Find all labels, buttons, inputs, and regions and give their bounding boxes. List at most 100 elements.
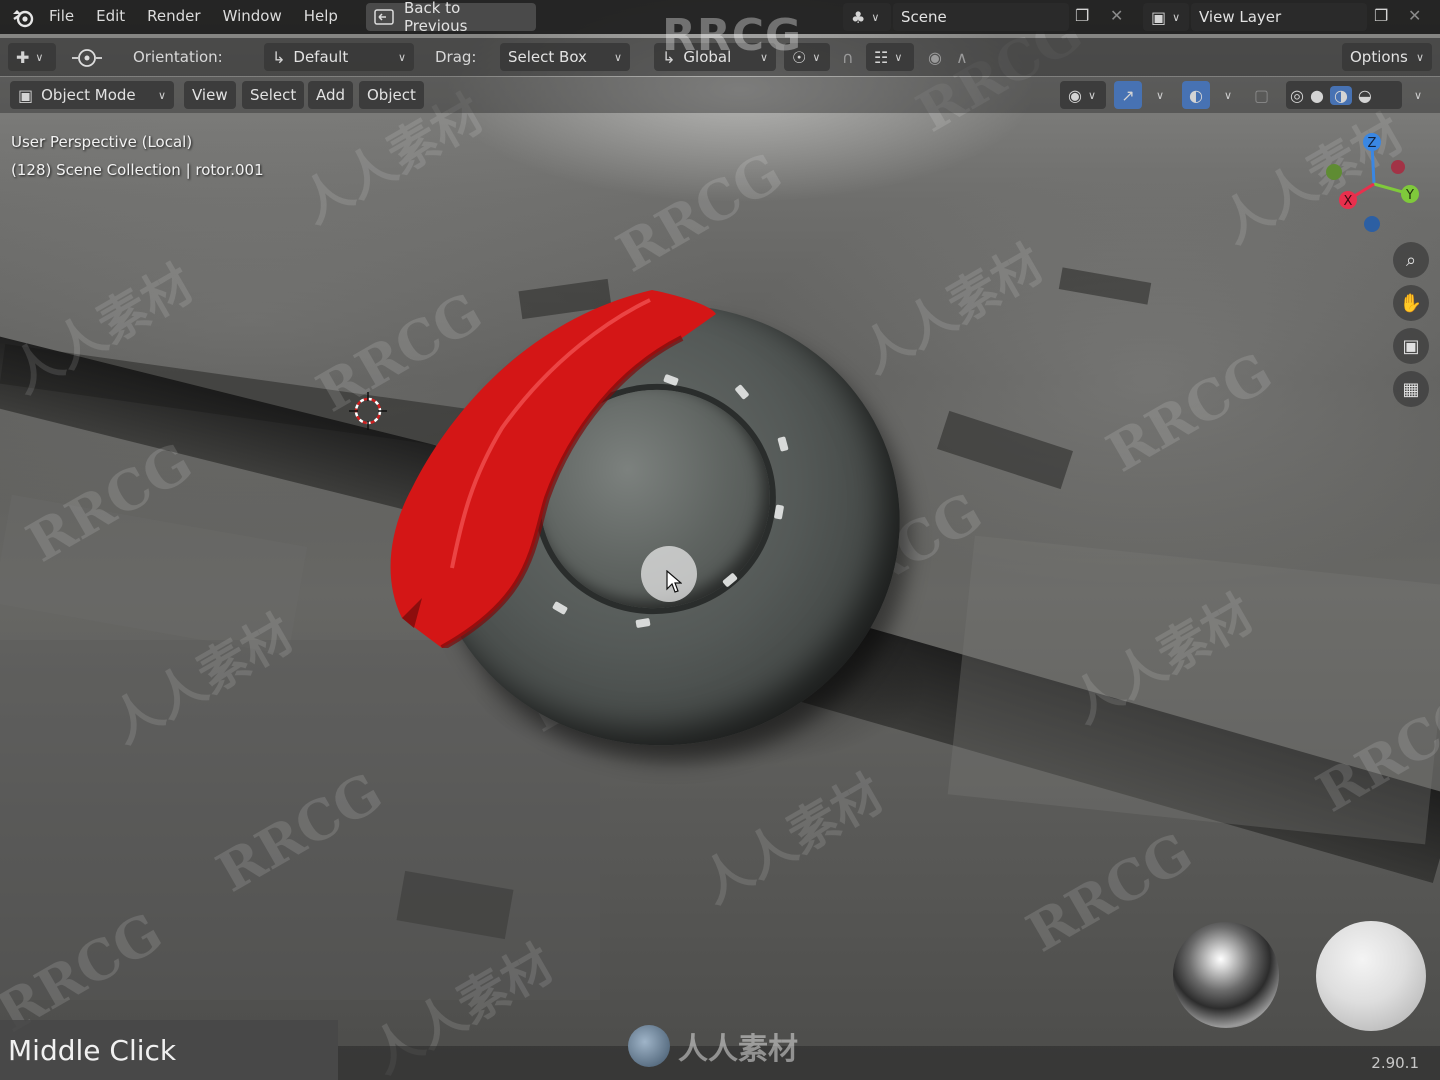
menu-help[interactable]: Help [293, 7, 349, 25]
floor-slab [947, 535, 1440, 845]
chevron-down-icon: ∨ [35, 50, 44, 64]
proportional-editing-icon[interactable]: ◉ [928, 48, 942, 67]
object-menu[interactable]: Object [359, 81, 424, 109]
gizmo-toggle[interactable]: ↗ [1114, 81, 1142, 109]
scene-name-field[interactable]: Scene [893, 3, 1069, 31]
chevron-down-icon: ∨ [397, 50, 406, 64]
select-menu-label: Select [250, 86, 297, 104]
debris [1058, 267, 1152, 305]
new-view-layer-icon[interactable]: ❐ [1374, 6, 1388, 25]
view-layer-browse-button[interactable]: ▣ ∨ [1143, 3, 1189, 31]
object-menu-label: Object [367, 86, 416, 104]
chevron-down-icon: ∨ [613, 50, 622, 64]
drag-value: Select Box [508, 48, 587, 66]
camera-icon[interactable]: ▣ [1393, 328, 1429, 364]
watermark: 人人素材 [690, 764, 894, 915]
falloff-icon[interactable]: ∧ [956, 48, 968, 67]
xray-icon[interactable]: ▢ [1254, 86, 1269, 105]
gizmo-icon: ↗ [1121, 85, 1135, 105]
watermark: RRCG [1015, 819, 1203, 965]
chevron-down-icon: ∨ [812, 50, 821, 64]
version-label: 2.90.1 [1371, 1054, 1419, 1072]
object-mode-value: Object Mode [41, 86, 136, 104]
eye-icon: ◉ [1068, 85, 1082, 105]
close-icon[interactable]: ✕ [1408, 6, 1421, 25]
back-to-previous-button[interactable]: Back to Previous [366, 0, 536, 35]
3d-cursor-icon[interactable] [349, 392, 387, 430]
back-to-previous-label: Back to Previous [404, 0, 468, 35]
view-layer-name: View Layer [1199, 8, 1282, 26]
overlays-icon: ◐ [1189, 85, 1203, 105]
chevron-down-icon: ∨ [871, 10, 880, 24]
keycast-overlay: Middle Click [0, 1020, 338, 1080]
shading-modes: ◎ ● ◑ ◒ [1286, 81, 1402, 109]
grid-view-icon[interactable]: ▦ [1393, 371, 1429, 407]
chevron-down-icon[interactable]: ∨ [1414, 89, 1422, 102]
viewport-info: User Perspective (Local) (128) Scene Col… [11, 128, 264, 184]
orientation-axes-icon: ↳ [272, 47, 286, 67]
select-tool-icon: ✚ [16, 47, 30, 67]
gizmo-z-label: Z [1368, 136, 1377, 151]
navigation-gizmo[interactable]: Z Y X [1322, 128, 1426, 234]
menu-edit[interactable]: Edit [85, 7, 136, 25]
overlays-toggle[interactable]: ◐ [1182, 81, 1210, 109]
chevron-down-icon: ∨ [1415, 50, 1424, 64]
menu-file[interactable]: File [38, 7, 85, 25]
orientation-label: Orientation: [133, 48, 223, 66]
floor-slab [0, 494, 308, 656]
material-preview-shading-icon[interactable]: ◑ [1329, 85, 1352, 105]
view-layer-name-field[interactable]: View Layer [1191, 3, 1367, 31]
chevron-down-icon[interactable]: ∨ [1224, 89, 1232, 102]
watermark: 人人素材 [850, 234, 1054, 385]
watermark-bottom: 人人素材 [628, 1024, 798, 1068]
menu-window[interactable]: Window [212, 7, 293, 25]
gizmo-neg-y[interactable] [1326, 164, 1342, 180]
wireframe-shading-icon[interactable]: ◎ [1290, 86, 1304, 105]
options-dropdown[interactable]: Options ∨ [1342, 43, 1432, 71]
solid-shading-icon[interactable]: ● [1310, 86, 1324, 105]
gizmo-neg-z[interactable] [1364, 216, 1380, 232]
select-menu[interactable]: Select [242, 81, 305, 109]
view-menu[interactable]: View [184, 81, 236, 109]
orientation-value: Default [293, 48, 349, 66]
drag-dropdown[interactable]: Select Box ∨ [500, 43, 630, 71]
menu-render[interactable]: Render [136, 7, 211, 25]
watermark-bottom-text: 人人素材 [678, 1032, 798, 1067]
scene-name: Scene [901, 8, 947, 26]
rendered-shading-icon[interactable]: ◒ [1358, 86, 1372, 105]
close-icon[interactable]: ✕ [1110, 6, 1123, 25]
viewport-header: ▣ Object Mode ∨ View Select Add Object ◉… [0, 77, 1440, 113]
perspective-label: User Perspective (Local) [11, 133, 193, 151]
scene-browse-button[interactable]: ♣ ∨ [843, 3, 891, 31]
blender-icon[interactable] [11, 6, 35, 28]
gizmo-neg-x[interactable] [1391, 160, 1405, 174]
status-bar [338, 1046, 1440, 1080]
snap-target-dropdown[interactable]: ☷ ∨ [866, 43, 914, 71]
visibility-dropdown[interactable]: ◉ ∨ [1060, 81, 1106, 109]
active-tool-button[interactable]: ✚ ∨ [8, 43, 56, 71]
snap-icon[interactable]: ∩ [842, 48, 854, 67]
chevron-down-icon: ∨ [894, 50, 903, 64]
mouse-pointer-icon [666, 570, 682, 593]
drag-label: Drag: [435, 48, 477, 66]
object-mode-icon: ▣ [18, 85, 34, 105]
watermark-logo: RRCG [662, 10, 803, 61]
hdri-chrome-sphere [1173, 922, 1279, 1028]
orientation-dropdown[interactable]: ↳ Default ∨ [264, 43, 414, 71]
watermark-logo-icon [628, 1025, 670, 1067]
zoom-icon[interactable]: ⌕ [1393, 242, 1429, 278]
snap-increment-icon: ☷ [874, 47, 889, 67]
chevron-down-icon[interactable]: ∨ [1156, 89, 1164, 102]
transform-pivot-icon[interactable] [70, 46, 104, 70]
scene-icon: ♣ [851, 7, 866, 27]
chevron-down-icon: ∨ [1172, 10, 1181, 24]
object-mode-dropdown[interactable]: ▣ Object Mode ∨ [10, 81, 174, 109]
view-layer-icon: ▣ [1151, 7, 1167, 27]
pan-hand-icon[interactable]: ✋ [1393, 285, 1429, 321]
collection-label: (128) Scene Collection | rotor.001 [11, 161, 264, 179]
options-label: Options [1350, 48, 1408, 66]
new-scene-icon[interactable]: ❐ [1075, 6, 1089, 25]
main-menu: File Edit Render Window Help [38, 7, 349, 25]
add-menu[interactable]: Add [308, 81, 354, 109]
view-menu-label: View [192, 86, 228, 104]
